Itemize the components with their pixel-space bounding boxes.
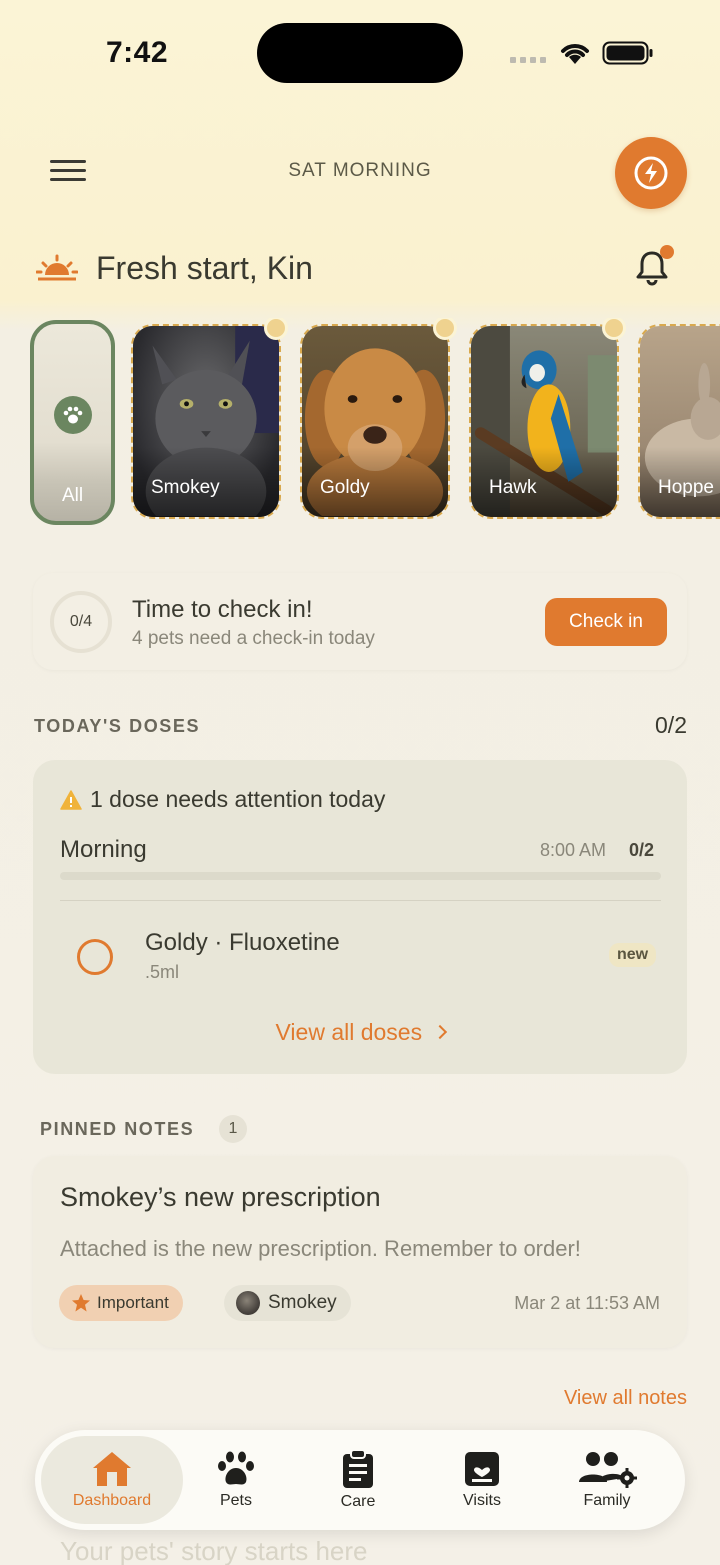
doses-count: 0/2	[655, 712, 687, 738]
divider	[60, 900, 661, 901]
tab-label: Pets	[219, 1492, 252, 1509]
important-tag: Important	[59, 1285, 183, 1321]
pet-filter-all-label: All	[61, 485, 84, 506]
pet-status-dot	[264, 318, 288, 340]
view-all-notes-link[interactable]: View all notes	[500, 1387, 687, 1410]
note-pet-label: Smokey	[268, 1292, 337, 1313]
dose-attention-text: 1 dose needs attention today	[90, 786, 386, 812]
warning-icon	[60, 790, 82, 810]
tab-family[interactable]: Family	[556, 1430, 658, 1530]
dose-group-progress	[60, 872, 661, 880]
avatar	[236, 1291, 260, 1315]
house-icon	[93, 1452, 131, 1486]
page-title: SAT MORNING	[288, 160, 432, 181]
pet-name: Goldy	[320, 477, 370, 498]
pet-status-dot	[433, 318, 457, 340]
pet-status-dot	[602, 318, 626, 340]
battery-icon	[602, 41, 653, 65]
status-time: 7:42	[106, 36, 169, 69]
checkin-title: Time to check in!	[132, 596, 313, 623]
tab-care[interactable]: Care	[307, 1430, 409, 1530]
sunrise-icon	[36, 254, 78, 281]
tab-dashboard[interactable]: Dashboard	[41, 1436, 183, 1524]
new-badge: new	[609, 943, 657, 967]
tab-bar: Dashboard Pets Care Visits Family	[35, 1430, 685, 1530]
dynamic-island	[257, 23, 463, 83]
checkin-button[interactable]: Check in	[545, 598, 667, 646]
quick-action-button[interactable]	[615, 137, 687, 209]
pet-card-hoppe[interactable]: Hoppe	[638, 324, 720, 519]
pet-selector: All Smokey Goldy Hawk Hoppe	[0, 318, 720, 528]
note-title: Smokey’s new prescription	[60, 1182, 381, 1212]
tab-visits[interactable]: Visits	[431, 1430, 533, 1530]
clipboard-icon	[343, 1449, 373, 1488]
empty-state-heading: Your pets' story starts here	[60, 1536, 368, 1565]
pinned-count-badge: 1	[219, 1115, 247, 1143]
family-gear-icon	[579, 1452, 637, 1488]
pet-card-hawk[interactable]: Hawk	[469, 324, 619, 519]
note-pet-chip: Smokey	[224, 1285, 351, 1321]
notes-section-label: PINNED NOTES	[40, 1119, 195, 1139]
dose-amount: .5ml	[145, 962, 180, 982]
greeting-text: Fresh start, Kin	[96, 250, 313, 286]
star-icon	[72, 1294, 90, 1312]
view-all-doses-label: View all doses	[275, 1019, 423, 1045]
wifi-icon	[561, 44, 589, 64]
bolt-icon	[634, 156, 668, 190]
dose-name: Goldy · Fluoxetine	[145, 929, 340, 956]
pet-name: Hawk	[489, 477, 537, 498]
tab-pets[interactable]: Pets	[185, 1430, 287, 1530]
tab-label: Dashboard	[72, 1492, 152, 1509]
tab-label: Care	[340, 1493, 376, 1510]
tab-label: Family	[583, 1492, 631, 1509]
dose-group-title: Morning	[60, 836, 147, 863]
notification-dot	[660, 245, 674, 259]
chevron-right-icon	[432, 1024, 447, 1040]
pet-name: Hoppe	[658, 477, 714, 498]
pet-card-smokey[interactable]: Smokey	[131, 324, 281, 519]
calendar-heart-icon	[465, 1452, 499, 1486]
dose-group-count: 0/2	[629, 840, 655, 860]
important-tag-label: Important	[97, 1293, 169, 1312]
checkin-subtitle: 4 pets need a check-in today	[132, 628, 375, 649]
dose-checkbox[interactable]	[77, 939, 113, 975]
view-all-doses-link[interactable]: View all doses	[0, 1019, 720, 1046]
pet-filter-all[interactable]: All	[30, 320, 115, 525]
note-body: Attached is the new prescription. Rememb…	[60, 1236, 581, 1261]
pet-card-goldy[interactable]: Goldy	[300, 324, 450, 519]
pet-name: Smokey	[151, 477, 220, 498]
dose-group-time: 8:00 AM	[540, 840, 607, 860]
cellular-signal-icon	[510, 57, 546, 63]
checkin-progress-ring: 0/4	[50, 591, 112, 653]
tab-label: Visits	[463, 1492, 501, 1509]
paw-icon	[54, 396, 92, 434]
note-timestamp: Mar 2 at 11:53 AM	[514, 1293, 660, 1313]
paw-icon	[218, 1451, 254, 1485]
doses-section-label: TODAY'S DOSES	[34, 716, 201, 736]
